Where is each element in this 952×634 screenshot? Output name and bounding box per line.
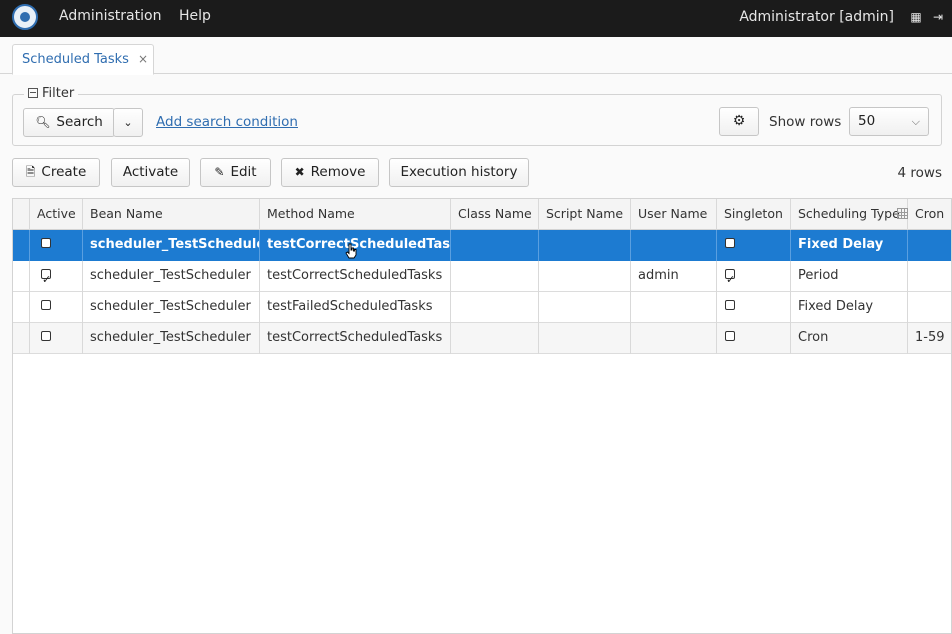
checkbox-checked-icon — [41, 265, 51, 292]
column-header-scheduling-type[interactable]: Scheduling Type — [791, 199, 908, 230]
menu-help[interactable]: Help — [179, 8, 211, 24]
hand-cursor-icon — [345, 243, 357, 259]
column-picker-icon[interactable] — [897, 208, 908, 219]
checkbox-icon — [41, 300, 51, 310]
scheduled-tasks-table: Active Bean Name Method Name Class Name … — [12, 198, 952, 634]
tab-strip: Scheduled Tasks × — [0, 37, 952, 75]
checkbox-icon — [725, 331, 735, 341]
top-bar: Administration Help Administrator [admin… — [0, 0, 952, 37]
cron-cell: 1-59 — [915, 330, 945, 345]
user-name-cell — [631, 292, 717, 323]
class-name-cell — [451, 261, 539, 292]
singleton-cell[interactable] — [717, 230, 791, 261]
scheduling-type-cell: Fixed Delay — [791, 292, 908, 323]
singleton-cell[interactable] — [717, 292, 791, 323]
column-header-bean-name[interactable]: Bean Name — [83, 199, 260, 230]
filter-legend[interactable]: Filter — [24, 86, 79, 101]
scheduling-type-cell: Period — [791, 261, 908, 292]
column-header-script-name[interactable]: Script Name — [539, 199, 631, 230]
scheduling-type-cell: Fixed Delay — [791, 230, 908, 261]
column-header-class-name[interactable]: Class Name — [451, 199, 539, 230]
checkbox-icon — [41, 238, 51, 248]
user-name-cell: admin — [631, 261, 717, 292]
class-name-cell — [451, 230, 539, 261]
row-selector[interactable] — [13, 292, 30, 323]
show-rows-label: Show rows — [769, 114, 842, 130]
table-row[interactable]: scheduler_TestScheduler testCorrectSched… — [13, 323, 951, 354]
column-header-user-name[interactable]: User Name — [631, 199, 717, 230]
search-dropdown-button[interactable]: ⌄ — [113, 108, 143, 137]
active-cell[interactable] — [30, 261, 83, 292]
checkbox-icon — [41, 331, 51, 341]
script-name-cell — [539, 230, 631, 261]
column-header-cron[interactable]: Cron — [908, 199, 951, 230]
close-icon[interactable]: × — [138, 52, 148, 66]
cron-cell — [908, 261, 951, 292]
remove-icon: ✖ — [294, 165, 305, 179]
app-logo — [12, 4, 38, 30]
column-header-singleton[interactable]: Singleton — [717, 199, 791, 230]
class-name-cell — [451, 292, 539, 323]
gear-icon: ⚙ — [732, 113, 746, 129]
checkbox-icon — [725, 238, 735, 248]
chevron-down-icon: ⌄ — [123, 116, 133, 129]
user-name-cell — [631, 230, 717, 261]
show-rows-select[interactable]: 50 ⌵ — [849, 107, 929, 136]
cron-cell — [908, 292, 951, 323]
table-row[interactable]: scheduler_TestScheduler testCorrectSched… — [13, 261, 951, 292]
active-cell[interactable] — [30, 292, 83, 323]
column-header-method-name[interactable]: Method Name — [260, 199, 451, 230]
execution-history-button[interactable]: Execution history — [389, 158, 529, 187]
rows-count: 4 rows — [897, 165, 942, 181]
bean-name-cell: scheduler_TestScheduler — [83, 230, 260, 261]
activate-button[interactable]: Activate — [111, 158, 190, 187]
method-name-cell: testFailedScheduledTasks — [260, 292, 451, 323]
method-name-cell: testCorrectScheduledTasks — [260, 261, 451, 292]
table-row[interactable]: scheduler_TestScheduler testFailedSchedu… — [13, 292, 951, 323]
settings-button[interactable]: ⚙ — [719, 107, 759, 136]
menu-administration[interactable]: Administration — [59, 8, 161, 24]
apps-grid-icon[interactable]: ▦ — [909, 10, 923, 24]
scheduling-type-cell: Cron — [791, 323, 908, 354]
bean-name-cell: scheduler_TestScheduler — [83, 323, 260, 354]
table-row[interactable]: scheduler_TestScheduler testCorrectSched… — [13, 230, 951, 261]
tab-scheduled-tasks[interactable]: Scheduled Tasks × — [12, 44, 154, 75]
bean-name-cell: scheduler_TestScheduler — [83, 292, 260, 323]
cron-cell — [908, 230, 951, 261]
bean-name-cell: scheduler_TestScheduler — [83, 261, 260, 292]
current-user: Administrator [admin] — [739, 9, 894, 25]
row-selector[interactable] — [13, 230, 30, 261]
singleton-cell[interactable] — [717, 261, 791, 292]
remove-button[interactable]: ✖ Remove — [281, 158, 379, 187]
table-header: Active Bean Name Method Name Class Name … — [13, 199, 951, 230]
file-icon: 🗎︎ — [25, 165, 36, 179]
add-search-condition-link[interactable]: Add search condition — [156, 114, 298, 130]
logout-icon[interactable]: ⇥ — [931, 10, 945, 24]
script-name-cell — [539, 292, 631, 323]
tab-label: Scheduled Tasks — [22, 52, 129, 67]
method-name-cell: testCorrectScheduledTasks — [260, 323, 451, 354]
search-button[interactable]: 🔍︎ Search — [23, 108, 115, 137]
checkbox-checked-icon — [725, 265, 735, 292]
collapse-icon[interactable] — [28, 88, 38, 98]
singleton-cell[interactable] — [717, 323, 791, 354]
class-name-cell — [451, 323, 539, 354]
row-selector-header — [13, 199, 30, 230]
active-cell[interactable] — [30, 230, 83, 261]
checkbox-icon — [725, 300, 735, 310]
chevron-down-icon: ⌵ — [911, 115, 920, 128]
row-selector[interactable] — [13, 323, 30, 354]
edit-button[interactable]: ✎ Edit — [200, 158, 271, 187]
script-name-cell — [539, 261, 631, 292]
script-name-cell — [539, 323, 631, 354]
column-header-active[interactable]: Active — [30, 199, 83, 230]
search-icon: 🔍︎ — [35, 115, 51, 129]
row-selector[interactable] — [13, 261, 30, 292]
user-name-cell — [631, 323, 717, 354]
active-cell[interactable] — [30, 323, 83, 354]
pencil-icon: ✎ — [214, 165, 225, 179]
create-button[interactable]: 🗎︎ Create — [12, 158, 100, 187]
